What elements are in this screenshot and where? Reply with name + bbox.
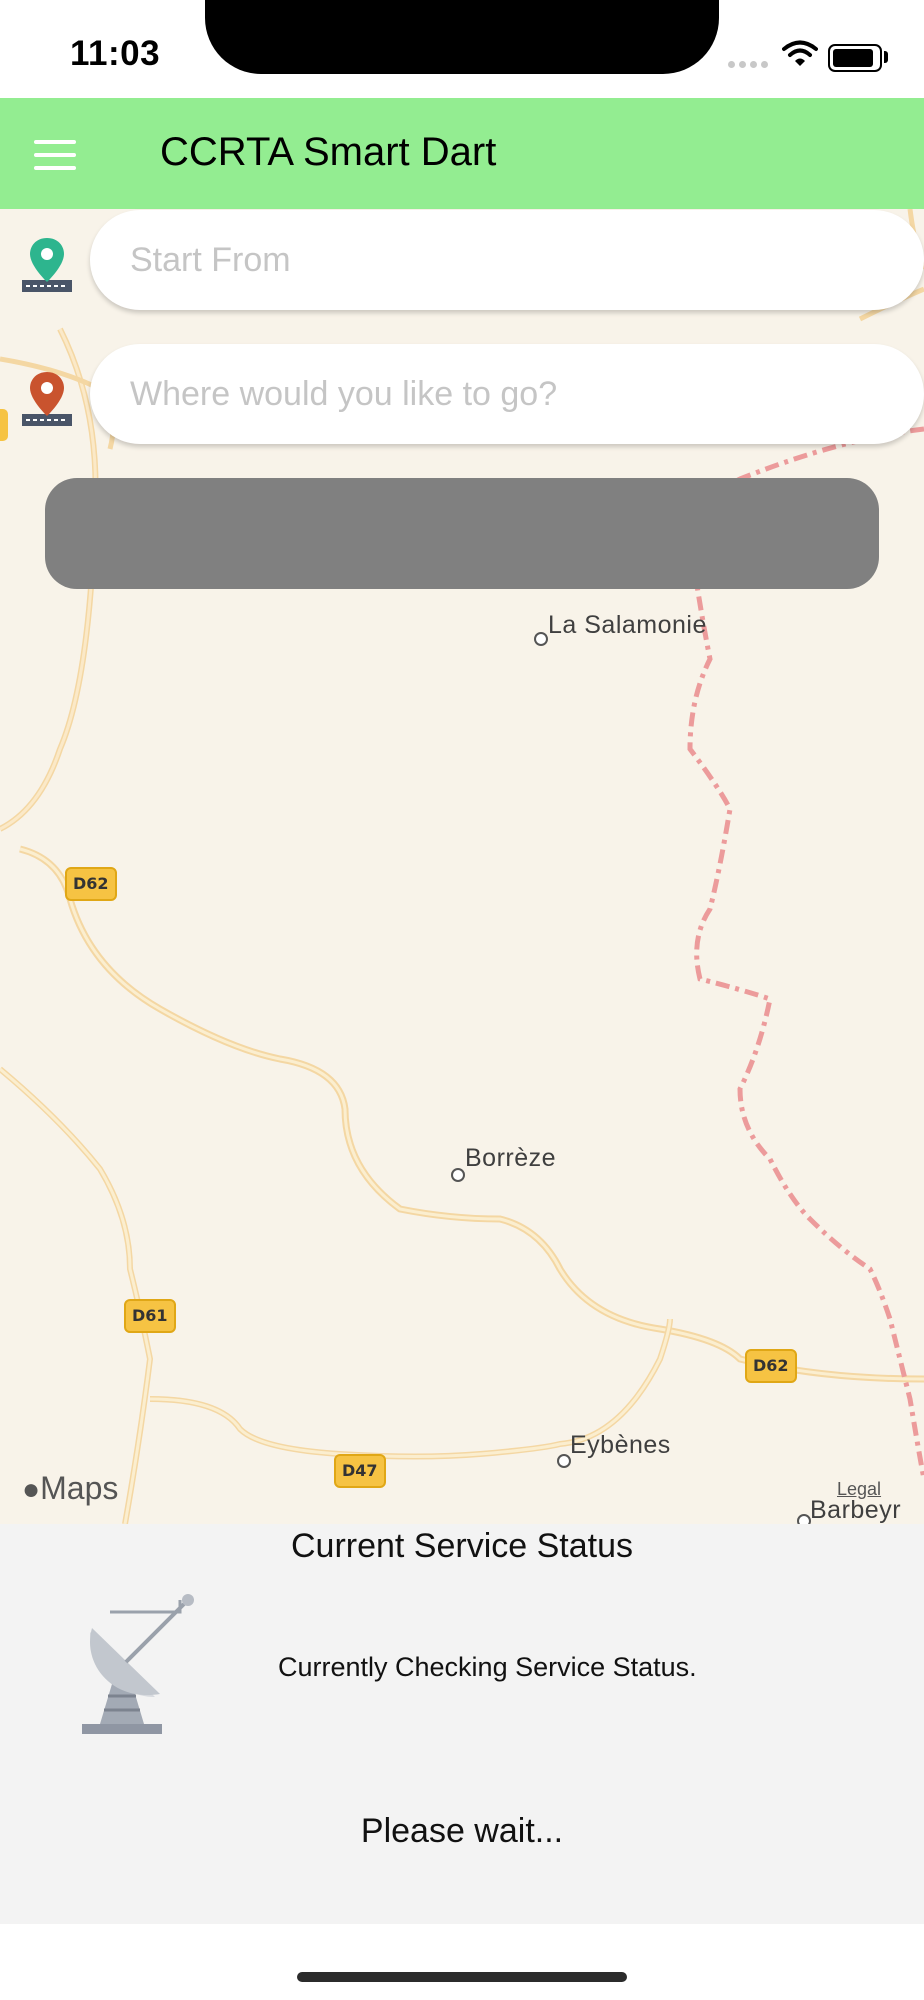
- start-location-pin-icon: [20, 236, 74, 294]
- destination-field-wrapper: [90, 344, 924, 444]
- place-marker: [797, 1514, 811, 1524]
- start-location-field-wrapper: [90, 210, 924, 310]
- battery-icon: [828, 44, 882, 72]
- hamburger-menu-icon[interactable]: [34, 140, 76, 172]
- place-label[interactable]: Borrèze: [465, 1144, 556, 1173]
- place-label[interactable]: Barbeyr: [810, 1496, 901, 1524]
- legal-link[interactable]: Legal: [837, 1479, 881, 1500]
- status-time: 11:03: [70, 34, 161, 73]
- search-route-button[interactable]: [45, 478, 879, 589]
- place-label[interactable]: La Salamonie: [548, 611, 707, 640]
- service-status-message: Currently Checking Service Status.: [278, 1652, 697, 1682]
- destination-input[interactable]: [90, 344, 924, 444]
- road-shield: D62: [65, 867, 117, 901]
- maps-attribution-text: Maps: [40, 1470, 119, 1506]
- road-shield: D62: [745, 1349, 797, 1383]
- start-location-input[interactable]: [90, 210, 924, 310]
- road-shield-partial: [0, 409, 8, 441]
- road-shield: D47: [334, 1454, 386, 1488]
- device-notch: [205, 0, 719, 74]
- service-status-title: Current Service Status: [290, 1527, 634, 1565]
- apple-icon: ●: [22, 1473, 41, 1506]
- place-marker: [534, 632, 548, 646]
- wifi-icon: [782, 40, 818, 73]
- place-label[interactable]: Eybènes: [570, 1431, 671, 1460]
- battery-tip: [884, 51, 888, 63]
- destination-pin-icon: [20, 370, 74, 428]
- home-indicator[interactable]: [297, 1972, 627, 1982]
- please-wait-text: Please wait...: [360, 1812, 564, 1850]
- satellite-dish-icon: [80, 1592, 200, 1742]
- place-marker: [451, 1168, 465, 1182]
- app-title: CCRTA Smart Dart: [160, 130, 497, 174]
- road-shield: D61: [124, 1299, 176, 1333]
- place-marker: [557, 1454, 571, 1468]
- apple-maps-logo: ●Maps: [22, 1470, 118, 1507]
- cellular-signal-icon: [728, 55, 772, 73]
